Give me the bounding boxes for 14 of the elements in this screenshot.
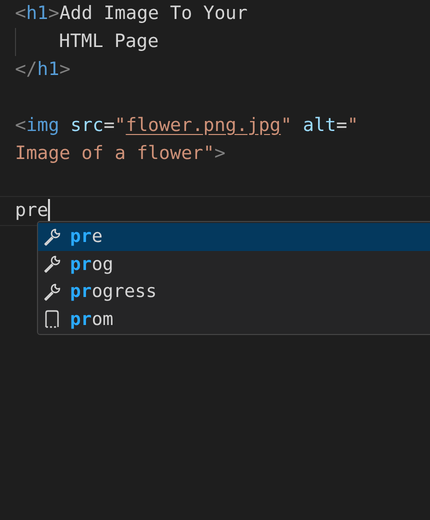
suggestion-item[interactable]: progress bbox=[38, 278, 430, 306]
suggestion-item[interactable]: prom bbox=[38, 306, 430, 333]
wrench-icon bbox=[42, 226, 62, 247]
wrench-icon bbox=[42, 282, 62, 302]
text-cursor bbox=[48, 199, 50, 223]
code-line: </h1> bbox=[15, 58, 70, 82]
code-line: <img src="flower.png.jpg" alt=" bbox=[15, 114, 358, 138]
suggestion-item[interactable]: prog bbox=[38, 250, 430, 278]
code-line: HTML Page bbox=[59, 30, 159, 54]
code-line: Image of a flower"> bbox=[15, 142, 226, 166]
suggestion-item[interactable]: pre bbox=[38, 223, 430, 250]
code-line: <h1>Add Image To Your bbox=[15, 2, 248, 26]
code-line: pre bbox=[15, 199, 48, 223]
wrench-icon bbox=[42, 254, 62, 274]
